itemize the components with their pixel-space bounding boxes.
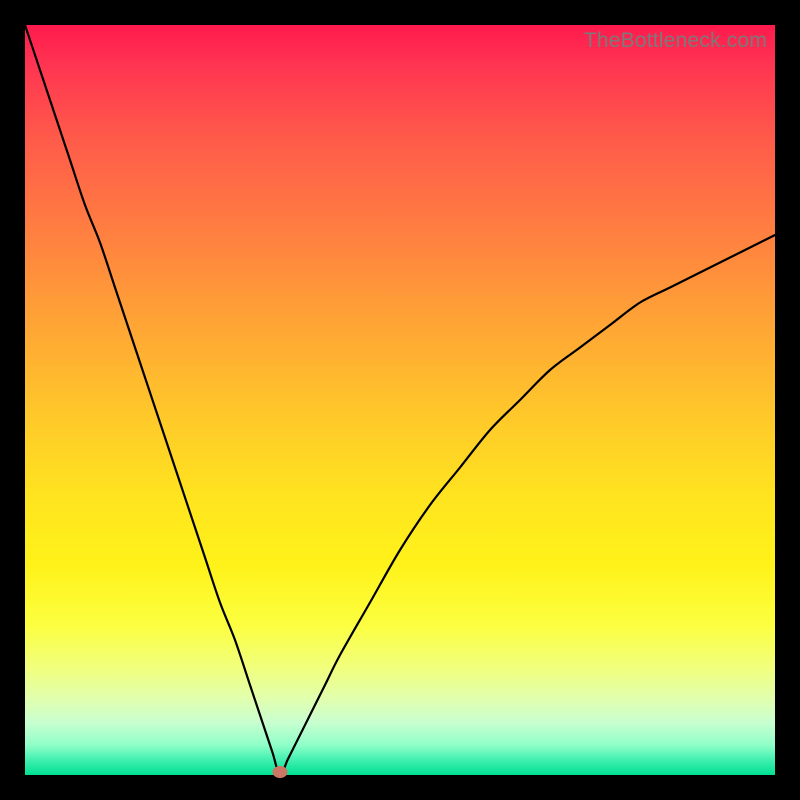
bottleneck-curve — [25, 25, 775, 775]
plot-area: TheBottleneck.com — [25, 25, 775, 775]
chart-frame: TheBottleneck.com — [0, 0, 800, 800]
watermark-text: TheBottleneck.com — [584, 29, 767, 53]
minimum-marker — [273, 766, 288, 778]
